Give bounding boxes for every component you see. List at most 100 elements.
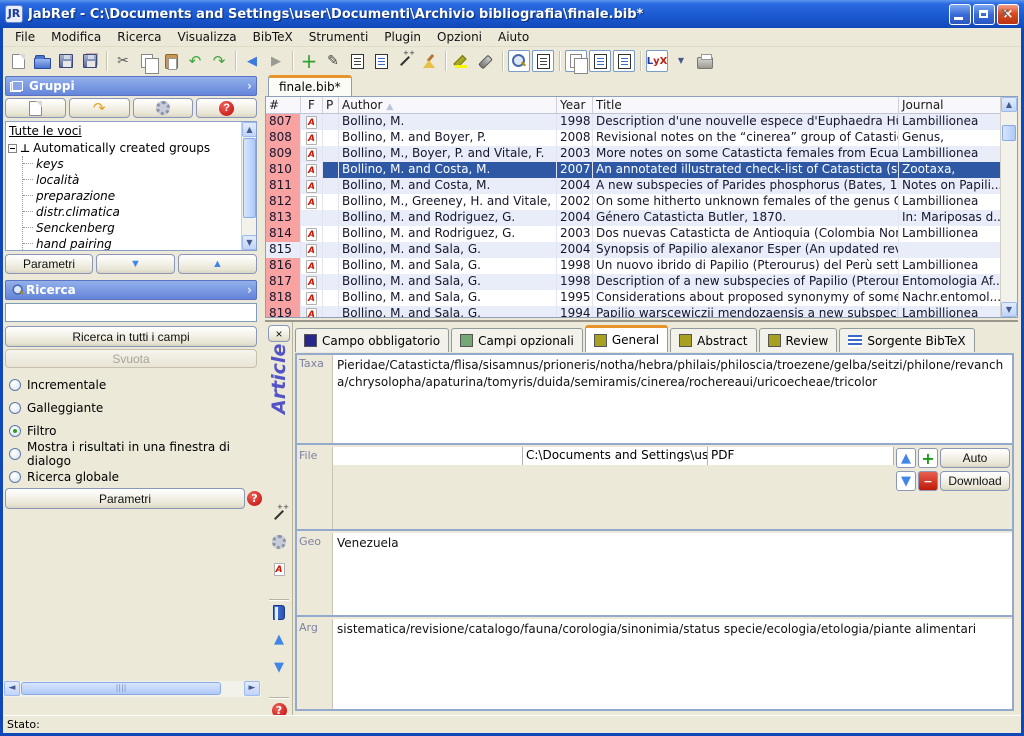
- menu-modifica[interactable]: Modifica: [43, 28, 109, 46]
- move-down-button[interactable]: ▼: [96, 254, 175, 274]
- table-row-815[interactable]: 815ABollino, M. and Sala, G.2004Synopsis…: [266, 242, 1000, 258]
- back-icon[interactable]: ◀: [241, 50, 263, 72]
- down-icon[interactable]: ▼: [265, 661, 293, 674]
- toolbar-close-icon[interactable]: ×: [997, 6, 1013, 22]
- group-root[interactable]: ⊥ Automatically created groups: [8, 140, 240, 156]
- cut-icon[interactable]: ✂: [112, 50, 134, 72]
- menu-bibtex[interactable]: BibTeX: [245, 28, 301, 46]
- groups-settings-button[interactable]: Parametri: [5, 254, 93, 274]
- group-item-preparazione[interactable]: preparazione: [23, 188, 240, 204]
- table-row-814[interactable]: 814ABollino, M. and Rodriguez, G.2003Dos…: [266, 226, 1000, 242]
- group-item-keys[interactable]: keys: [23, 156, 240, 172]
- file-remove-button[interactable]: −: [918, 471, 938, 491]
- restore-button[interactable]: [973, 4, 995, 25]
- column-header-journal[interactable]: Journal: [899, 97, 1005, 113]
- groups-undo-group-button[interactable]: ↷: [69, 98, 130, 118]
- chevron-right-icon[interactable]: ›: [247, 283, 252, 297]
- file-description-cell[interactable]: [333, 447, 523, 465]
- pdf-icon[interactable]: A: [265, 563, 293, 576]
- wand-icon[interactable]: [265, 507, 293, 523]
- groups-panel-header[interactable]: Gruppi ›: [5, 76, 257, 96]
- tab-general[interactable]: General: [585, 325, 668, 352]
- menu-ricerca[interactable]: Ricerca: [109, 28, 169, 46]
- geo-field-value[interactable]: Venezuela: [333, 533, 1012, 615]
- table-row-818[interactable]: 818ABollino, M. and Sala, G.1995Consider…: [266, 290, 1000, 306]
- chevron-right-icon[interactable]: ›: [247, 79, 252, 93]
- table-row-808[interactable]: 808ABollino, M. and Boyer, P.2008Revisio…: [266, 130, 1000, 146]
- groups-help-button[interactable]: ?: [196, 98, 257, 118]
- radio-galleggiante[interactable]: Galleggiante: [9, 396, 261, 419]
- save-as-icon[interactable]: [79, 50, 101, 72]
- tab-sorgente-bibtex[interactable]: Sorgente BibTeX: [839, 328, 974, 352]
- scroll-thumb[interactable]: [21, 682, 221, 695]
- menu-strumenti[interactable]: Strumenti: [301, 28, 377, 46]
- groups-settings-button[interactable]: [133, 98, 194, 118]
- file-type-cell[interactable]: PDF: [708, 447, 894, 465]
- column-header-f[interactable]: F: [301, 97, 323, 113]
- eraser-icon[interactable]: [475, 50, 497, 72]
- column-header-title[interactable]: Title: [593, 97, 899, 113]
- database-tab[interactable]: finale.bib*: [268, 75, 352, 96]
- table-row-816[interactable]: 816ABollino, M. and Sala, G.1998Un nuovo…: [266, 258, 1000, 274]
- scroll-right-icon[interactable]: ►: [244, 681, 260, 696]
- radio-ricerca[interactable]: Ricerca globale: [9, 465, 261, 488]
- forward-icon[interactable]: ▶: [265, 50, 287, 72]
- table-row-811[interactable]: 811ABollino, M. and Costa, M.2004A new s…: [266, 178, 1000, 194]
- groups-new-group-button[interactable]: [5, 98, 66, 118]
- tab-campi-opzionali[interactable]: Campi opzionali: [451, 328, 583, 352]
- move-up-button[interactable]: ▲: [178, 254, 257, 274]
- table-row-810[interactable]: 810ABollino, M. and Costa, M.2007An anno…: [266, 162, 1000, 178]
- add-entry-icon[interactable]: +: [298, 50, 320, 72]
- file-move-down-button[interactable]: ▼: [896, 471, 916, 491]
- column-header-author[interactable]: Author▲: [339, 97, 557, 113]
- table-row-817[interactable]: 817ABollino, M. and Sala, G.1998Descript…: [266, 274, 1000, 290]
- import-icon[interactable]: [613, 50, 635, 72]
- dropdown-icon[interactable]: ▼: [670, 50, 692, 72]
- search-settings-button[interactable]: Parametri: [5, 488, 245, 509]
- gear-icon[interactable]: [265, 535, 293, 549]
- taxa-field-value[interactable]: Pieridae/Catasticta/flisa/sisamnus/prion…: [333, 355, 1012, 443]
- table-row-819[interactable]: 819ABollino, M. and Sala, G.1994Papilio …: [266, 306, 1000, 317]
- scroll-thumb[interactable]: [243, 138, 256, 218]
- scroll-down-icon[interactable]: ▼: [1001, 302, 1017, 317]
- file-path-cell[interactable]: C:\Documents and Settings\user\Do...: [523, 447, 708, 465]
- edit-preamble-icon[interactable]: [346, 50, 368, 72]
- group-all-entries[interactable]: Tutte le voci: [8, 123, 240, 140]
- table-row-809[interactable]: 809ABollino, M., Boyer, P. and Vitale, F…: [266, 146, 1000, 162]
- print-icon[interactable]: [694, 50, 716, 72]
- tab-review[interactable]: Review: [759, 328, 838, 352]
- file-auto-button[interactable]: Auto: [940, 448, 1010, 468]
- file-move-up-button[interactable]: ▲: [896, 448, 916, 468]
- tab-campo-obbligatorio[interactable]: Campo obbligatorio: [295, 328, 449, 352]
- menu-visualizza[interactable]: Visualizza: [170, 28, 245, 46]
- table-row-813[interactable]: 813Bollino, M. and Rodriguez, G.2004Géne…: [266, 210, 1000, 226]
- redo-icon[interactable]: ↷: [208, 50, 230, 72]
- arg-field-value[interactable]: sistematica/revisione/catalogo/fauna/cor…: [333, 619, 1012, 709]
- column-header-year[interactable]: Year: [557, 97, 593, 113]
- copy-cite-icon[interactable]: [565, 50, 587, 72]
- search-input[interactable]: [5, 303, 257, 322]
- groups-scrollbar[interactable]: ▲ ▼: [241, 122, 256, 250]
- tab-abstract[interactable]: Abstract: [670, 328, 756, 352]
- new-icon[interactable]: [7, 50, 29, 72]
- search-panel-header[interactable]: Ricerca ›: [5, 280, 257, 300]
- close-entry-editor-button[interactable]: ×: [268, 325, 290, 342]
- scroll-down-icon[interactable]: ▼: [242, 235, 257, 250]
- wand-icon[interactable]: [394, 50, 416, 72]
- scroll-up-icon[interactable]: ▲: [1001, 97, 1017, 112]
- book-icon[interactable]: [265, 605, 293, 620]
- column-header-num[interactable]: #: [266, 97, 301, 113]
- radio-mostra[interactable]: Mostra i risultati in una finestra di di…: [9, 442, 261, 465]
- group-item-senckenberg[interactable]: Senckenberg: [23, 220, 240, 236]
- edit-strings-icon[interactable]: [370, 50, 392, 72]
- file-list-row[interactable]: C:\Documents and Settings\user\Do... PDF: [333, 447, 894, 465]
- search-icon[interactable]: [508, 50, 530, 72]
- table-row-812[interactable]: 812ABollino, M., Greeney, H. and Vitale,…: [266, 194, 1000, 210]
- collapse-icon[interactable]: [8, 144, 17, 153]
- group-item-localit-[interactable]: località: [23, 172, 240, 188]
- edit-entry-icon[interactable]: ✎: [322, 50, 344, 72]
- menu-opzioni[interactable]: Opzioni: [429, 28, 490, 46]
- menu-file[interactable]: File: [7, 28, 43, 46]
- menu-plugin[interactable]: Plugin: [376, 28, 429, 46]
- radio-incrementale[interactable]: Incrementale: [9, 373, 261, 396]
